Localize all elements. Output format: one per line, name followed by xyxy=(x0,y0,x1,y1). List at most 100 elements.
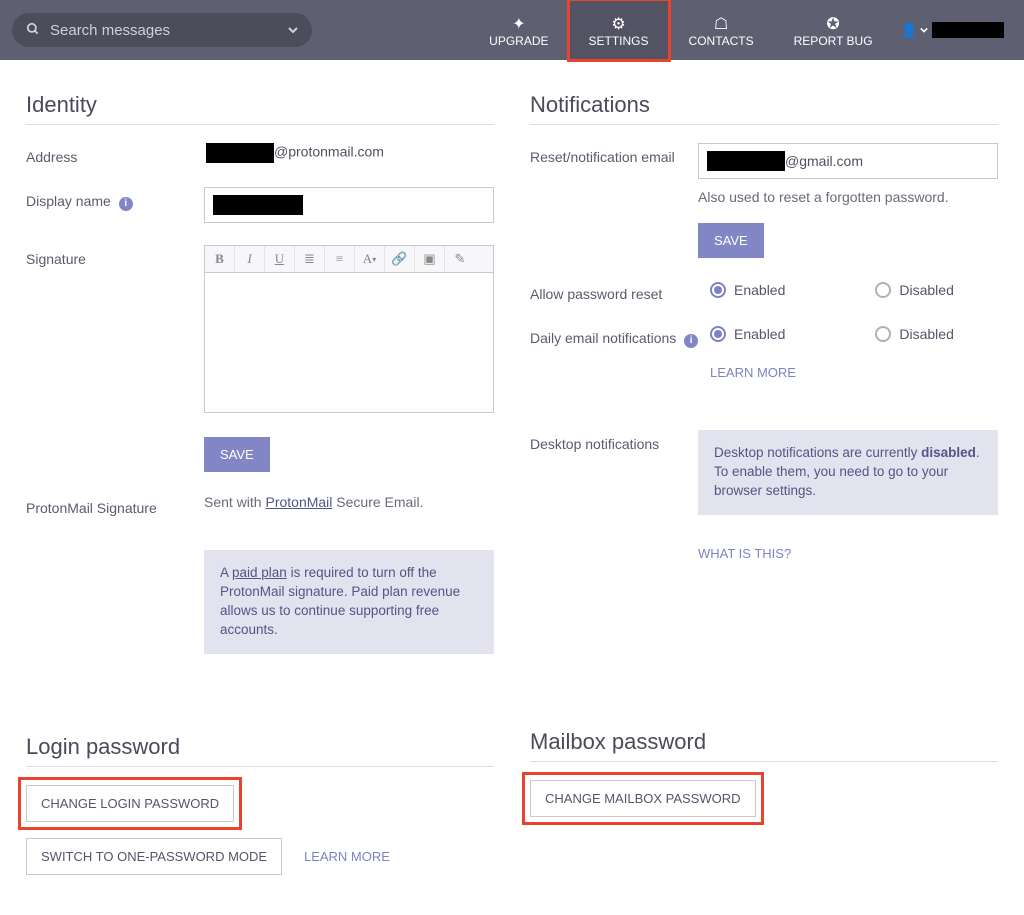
mailbox-password-title: Mailbox password xyxy=(530,729,998,755)
daily-notif-label-text: Daily email notifications xyxy=(530,330,676,346)
reset-email-row: Reset/notification email @gmail.com Also… xyxy=(530,143,998,258)
gear-icon: ⚙ xyxy=(611,14,625,34)
address-domain: @protonmail.com xyxy=(274,144,384,160)
pm-signature-text: Sent with ProtonMail Secure Email. xyxy=(204,494,494,510)
content: Identity Address @protonmail.com Display… xyxy=(0,60,1024,915)
desktop-notif-label: Desktop notifications xyxy=(530,430,698,452)
display-name-row: Display name i xyxy=(26,187,494,223)
reset-email-input[interactable]: @gmail.com xyxy=(698,143,998,179)
ol-button[interactable]: ≡ xyxy=(325,246,355,272)
login-password-title: Login password xyxy=(26,734,494,760)
display-name-input[interactable] xyxy=(204,187,494,223)
signature-editor[interactable] xyxy=(204,273,494,413)
divider xyxy=(530,124,998,125)
disabled-label: Disabled xyxy=(899,326,953,342)
divider xyxy=(26,124,494,125)
upgrade-icon: ✦ xyxy=(512,14,525,34)
user-menu[interactable]: 👤 xyxy=(893,0,1012,60)
allow-reset-label: Allow password reset xyxy=(530,280,710,302)
search-icon xyxy=(26,22,40,39)
daily-enabled-radio[interactable]: Enabled xyxy=(710,326,785,342)
learn-more-link[interactable]: LEARN MORE xyxy=(304,849,390,864)
learn-more-link[interactable]: LEARN MORE xyxy=(710,365,796,380)
signature-row: Signature B I U ≣ ≡ A▾ 🔗 ▣ ✎ SAVE xyxy=(26,245,494,472)
daily-disabled-radio[interactable]: Disabled xyxy=(875,326,953,342)
radio-on-icon xyxy=(710,326,726,342)
bold-button[interactable]: B xyxy=(205,246,235,272)
info-icon[interactable]: i xyxy=(684,334,698,348)
radio-off-icon xyxy=(875,326,891,342)
daily-notif-label: Daily email notifications i xyxy=(530,324,710,348)
allow-reset-row: Allow password reset Enabled Disabled xyxy=(530,280,998,302)
what-is-this-link[interactable]: WHAT IS THIS? xyxy=(698,546,791,561)
font-icon: A xyxy=(363,251,372,267)
disabled-label: Disabled xyxy=(899,282,953,298)
protonmail-link[interactable]: ProtonMail xyxy=(265,494,332,510)
save-identity-button[interactable]: SAVE xyxy=(204,437,270,472)
paid-plan-notice: A paid plan is required to turn off the … xyxy=(204,550,494,654)
switch-password-mode-button[interactable]: SWITCH TO ONE-PASSWORD MODE xyxy=(26,838,282,875)
enabled-label: Enabled xyxy=(734,326,785,342)
address-row: Address @protonmail.com xyxy=(26,143,494,165)
info-icon[interactable]: i xyxy=(119,197,133,211)
ul-button[interactable]: ≣ xyxy=(295,246,325,272)
italic-button[interactable]: I xyxy=(235,246,265,272)
nav-label: REPORT BUG xyxy=(794,34,873,48)
contacts-icon: ☖ xyxy=(714,14,728,34)
nav-report-bug[interactable]: ✪ REPORT BUG xyxy=(774,0,893,60)
pm-signature-row: ProtonMail Signature Sent with ProtonMai… xyxy=(26,494,494,654)
user-icon: 👤 xyxy=(901,22,918,39)
divider xyxy=(530,761,998,762)
top-bar: ✦ UPGRADE ⚙ SETTINGS ☖ CONTACTS ✪ REPORT… xyxy=(0,0,1024,60)
display-name-label: Display name i xyxy=(26,187,204,211)
radio-on-icon xyxy=(710,282,726,298)
change-mailbox-password-button[interactable]: CHANGE MAILBOX PASSWORD xyxy=(530,780,756,817)
nav-settings[interactable]: ⚙ SETTINGS xyxy=(569,0,669,60)
save-notifications-button[interactable]: SAVE xyxy=(698,223,764,258)
user-name-redacted xyxy=(932,22,1004,38)
clear-button[interactable]: ✎ xyxy=(445,246,475,272)
link-button[interactable]: 🔗 xyxy=(385,246,415,272)
address-value: @protonmail.com xyxy=(206,143,494,163)
nav-label: UPGRADE xyxy=(489,34,548,48)
desktop-info-b: disabled xyxy=(921,445,976,460)
divider xyxy=(26,766,494,767)
enabled-label: Enabled xyxy=(734,282,785,298)
search-box[interactable] xyxy=(12,13,312,47)
plan-notice-1: A xyxy=(220,565,232,580)
underline-button[interactable]: U xyxy=(265,246,295,272)
right-column: Notifications Reset/notification email @… xyxy=(530,80,998,875)
daily-notif-row: Daily email notifications i Enabled Disa… xyxy=(530,324,998,380)
allow-reset-disabled-radio[interactable]: Disabled xyxy=(875,282,953,298)
signature-label: Signature xyxy=(26,245,204,267)
pm-sig-suffix: Secure Email. xyxy=(332,494,423,510)
search-input[interactable] xyxy=(48,21,268,40)
allow-reset-enabled-radio[interactable]: Enabled xyxy=(710,282,785,298)
radio-off-icon xyxy=(875,282,891,298)
notifications-title: Notifications xyxy=(530,92,998,118)
font-button[interactable]: A▾ xyxy=(355,246,385,272)
reset-email-hint: Also used to reset a forgotten password. xyxy=(698,189,998,205)
reset-email-label: Reset/notification email xyxy=(530,143,698,165)
paid-plan-link[interactable]: paid plan xyxy=(232,565,287,580)
nav-upgrade[interactable]: ✦ UPGRADE xyxy=(469,0,568,60)
nav-label: SETTINGS xyxy=(589,34,649,48)
nav-contacts[interactable]: ☖ CONTACTS xyxy=(669,0,774,60)
desktop-info-a: Desktop notifications are currently xyxy=(714,445,921,460)
chevron-down-icon[interactable] xyxy=(288,22,298,38)
change-login-password-button[interactable]: CHANGE LOGIN PASSWORD xyxy=(26,785,234,822)
highlight-frame: CHANGE MAILBOX PASSWORD xyxy=(530,780,756,817)
image-button[interactable]: ▣ xyxy=(415,246,445,272)
nav-label: CONTACTS xyxy=(689,34,754,48)
bug-icon: ✪ xyxy=(826,14,839,34)
reset-email-domain: @gmail.com xyxy=(785,153,863,169)
pm-sig-prefix: Sent with xyxy=(204,494,265,510)
identity-title: Identity xyxy=(26,92,494,118)
top-nav: ✦ UPGRADE ⚙ SETTINGS ☖ CONTACTS ✪ REPORT… xyxy=(469,0,1012,60)
desktop-notif-info: Desktop notifications are currently disa… xyxy=(698,430,998,515)
reset-email-redacted xyxy=(707,151,785,171)
address-label: Address xyxy=(26,143,206,165)
desktop-notif-row: Desktop notifications Desktop notificati… xyxy=(530,430,998,561)
left-column: Identity Address @protonmail.com Display… xyxy=(26,80,494,875)
highlight-frame: CHANGE LOGIN PASSWORD xyxy=(26,785,234,822)
